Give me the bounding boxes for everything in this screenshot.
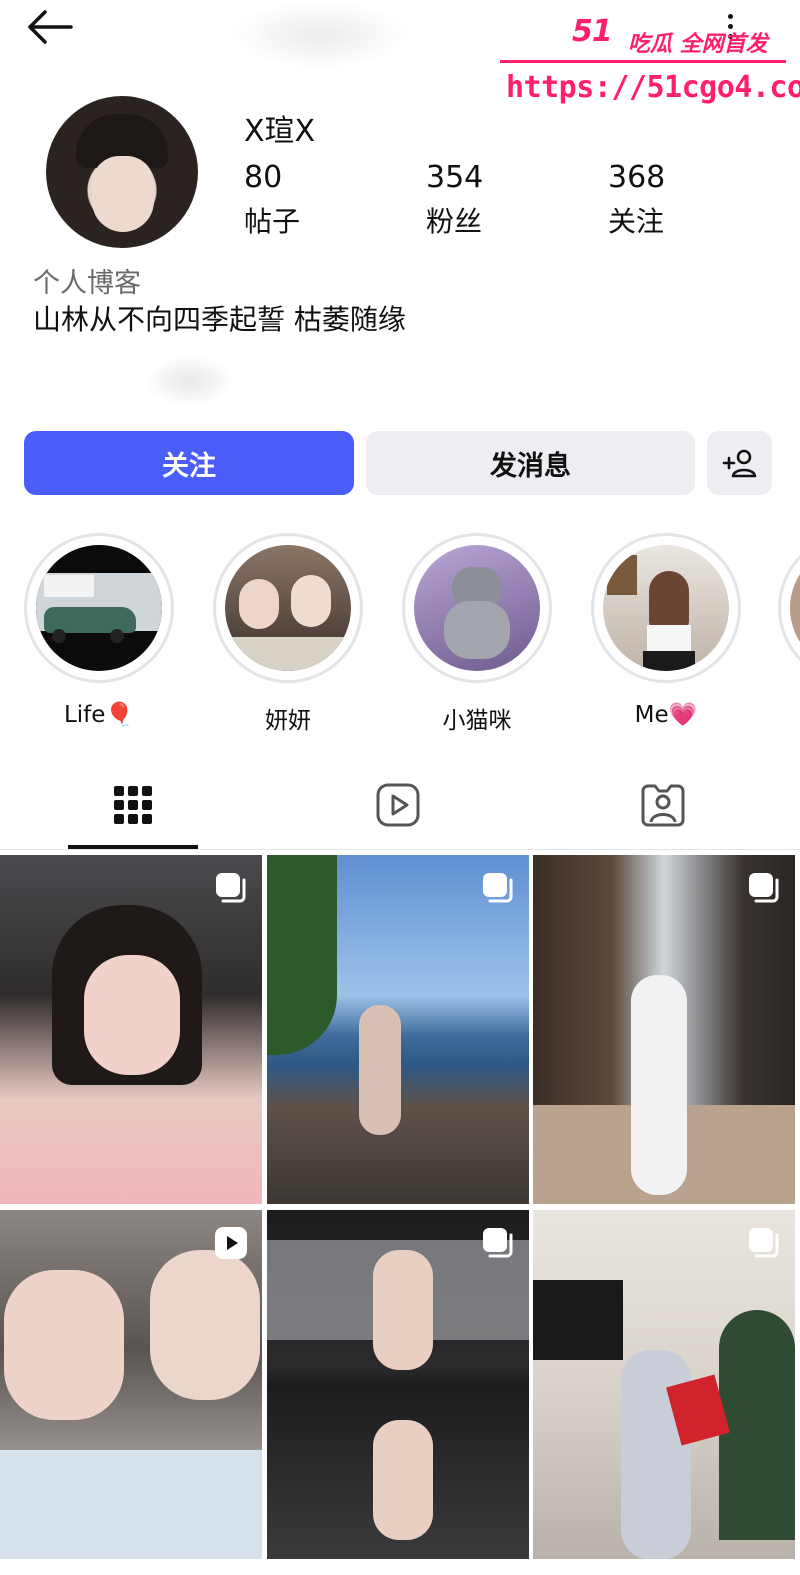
highlight-cover	[36, 545, 162, 671]
highlight-label: 妍妍	[265, 708, 311, 734]
followers-count[interactable]: 354	[426, 160, 483, 195]
active-tab-indicator	[68, 845, 198, 849]
grid-post[interactable]	[267, 855, 529, 1204]
highlight-me[interactable]: Me💗	[590, 533, 742, 728]
carousel-icon	[481, 1226, 515, 1264]
dot-icon	[727, 13, 733, 19]
followers-label[interactable]: 粉丝	[426, 200, 482, 240]
profile-bio: 山林从不向四季起誓 枯萎随缘	[33, 303, 406, 336]
message-button[interactable]: 发消息	[366, 431, 695, 495]
highlight-label: Me💗	[634, 702, 698, 728]
grid-post[interactable]	[533, 1210, 795, 1559]
grid-post[interactable]	[0, 855, 262, 1204]
reel-icon	[214, 1226, 248, 1264]
profile-category: 个人博客	[33, 268, 141, 299]
tab-reels[interactable]	[333, 768, 463, 842]
carousel-icon	[214, 871, 248, 909]
posts-count[interactable]: 80	[244, 160, 282, 195]
highlight-ring	[24, 533, 174, 683]
highlight-label: Life🎈	[63, 702, 135, 728]
following-count[interactable]: 368	[608, 160, 665, 195]
profile-username: X瑄X	[244, 114, 316, 149]
grid-icon	[114, 786, 152, 824]
carousel-icon	[747, 871, 781, 909]
watermark-divider	[500, 60, 786, 63]
reels-icon	[376, 783, 420, 827]
tab-posts-grid[interactable]	[68, 768, 198, 842]
follow-button[interactable]: 关注	[24, 431, 354, 495]
blurred-header-area	[230, 0, 410, 70]
tabs-divider	[0, 849, 800, 850]
add-person-icon	[722, 449, 756, 478]
blurred-link-area	[145, 355, 235, 407]
back-button[interactable]	[18, 4, 80, 50]
highlight-yanyan[interactable]: 妍妍	[212, 533, 364, 735]
grid-post[interactable]	[267, 1210, 529, 1559]
grid-post[interactable]	[533, 855, 795, 1204]
highlight-label: 小猫咪	[442, 708, 512, 734]
tab-tagged[interactable]	[598, 768, 728, 842]
highlight-ring	[591, 533, 741, 683]
tagged-icon	[641, 784, 685, 827]
watermark-url: https://51cgo4.com	[506, 70, 800, 105]
highlight-cover	[225, 545, 351, 671]
watermark-tagline: 吃瓜 全网首发	[628, 32, 768, 57]
highlight-cover	[603, 545, 729, 671]
following-label[interactable]: 关注	[608, 200, 664, 240]
highlight-ring	[213, 533, 363, 683]
highlight-partial[interactable]	[778, 533, 800, 683]
back-arrow-icon	[28, 10, 73, 44]
posts-label[interactable]: 帖子	[244, 200, 300, 240]
carousel-icon	[481, 871, 515, 909]
highlight-life[interactable]: Life🎈	[23, 533, 175, 728]
carousel-icon	[747, 1226, 781, 1264]
profile-avatar[interactable]	[46, 96, 198, 248]
grid-post[interactable]	[0, 1210, 262, 1559]
watermark-logo: 51	[572, 14, 613, 49]
highlight-kitty[interactable]: 小猫咪	[401, 533, 553, 735]
highlight-ring	[402, 533, 552, 683]
suggest-people-button[interactable]	[707, 431, 772, 495]
highlight-cover	[414, 545, 540, 671]
